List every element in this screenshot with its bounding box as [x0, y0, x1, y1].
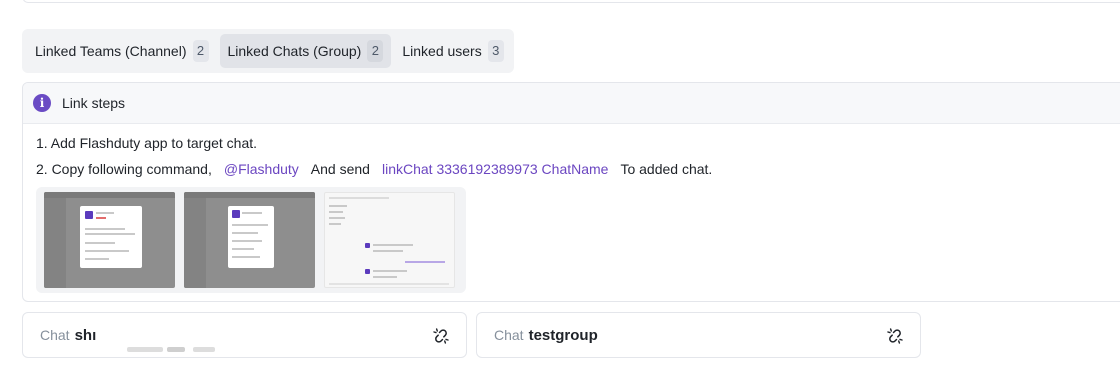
previous-card	[22, 0, 1120, 3]
unlink-icon[interactable]	[432, 327, 450, 345]
step-2: 2. Copy following command, @Flashduty And …	[36, 161, 712, 177]
tab-linked-chats[interactable]: Linked Chats (Group) 2	[219, 34, 392, 68]
to-added-text: To added chat.	[620, 161, 713, 177]
info-icon: i	[33, 94, 51, 112]
tab-linked-teams[interactable]: Linked Teams (Channel) 2	[27, 34, 217, 68]
step-1: 1. Add Flashduty app to target chat.	[36, 135, 258, 151]
tab-label: Linked Teams (Channel)	[35, 43, 187, 59]
unlink-icon[interactable]	[886, 327, 904, 345]
screenshot-thumbnail[interactable]	[44, 192, 175, 288]
and-send-text: And send	[310, 161, 370, 177]
link-steps-header: i Link steps	[23, 83, 1120, 124]
linked-chat-card: Chat shı	[22, 312, 467, 358]
redacted-area	[117, 318, 229, 354]
screenshot-thumbnail[interactable]	[184, 192, 315, 288]
tab-count: 2	[367, 40, 384, 62]
tab-label: Linked users	[402, 43, 482, 59]
linked-chat-card: Chat testgroup	[476, 312, 921, 358]
link-tabs: Linked Teams (Channel) 2 Linked Chats (G…	[22, 29, 514, 73]
command-text[interactable]: linkChat 3336192389973 ChatName	[382, 161, 609, 177]
chat-name: shı	[74, 326, 97, 344]
chat-prefix: Chat	[494, 327, 524, 343]
chat-prefix: Chat	[40, 327, 70, 343]
screenshot-thumbnail[interactable]	[324, 192, 455, 288]
tab-count: 2	[192, 40, 209, 62]
link-steps-title: Link steps	[62, 95, 126, 111]
mention-text[interactable]: @Flashduty	[224, 161, 299, 177]
tab-count: 3	[487, 40, 504, 62]
step-2-text: 2. Copy following command,	[36, 161, 212, 177]
screenshot-gallery	[36, 187, 466, 293]
chat-name: testgroup	[528, 326, 598, 344]
tab-label: Linked Chats (Group)	[227, 43, 362, 59]
link-steps-card: i Link steps 1. Add Flashduty app to tar…	[22, 82, 1120, 302]
tab-linked-users[interactable]: Linked users 3	[394, 34, 511, 68]
